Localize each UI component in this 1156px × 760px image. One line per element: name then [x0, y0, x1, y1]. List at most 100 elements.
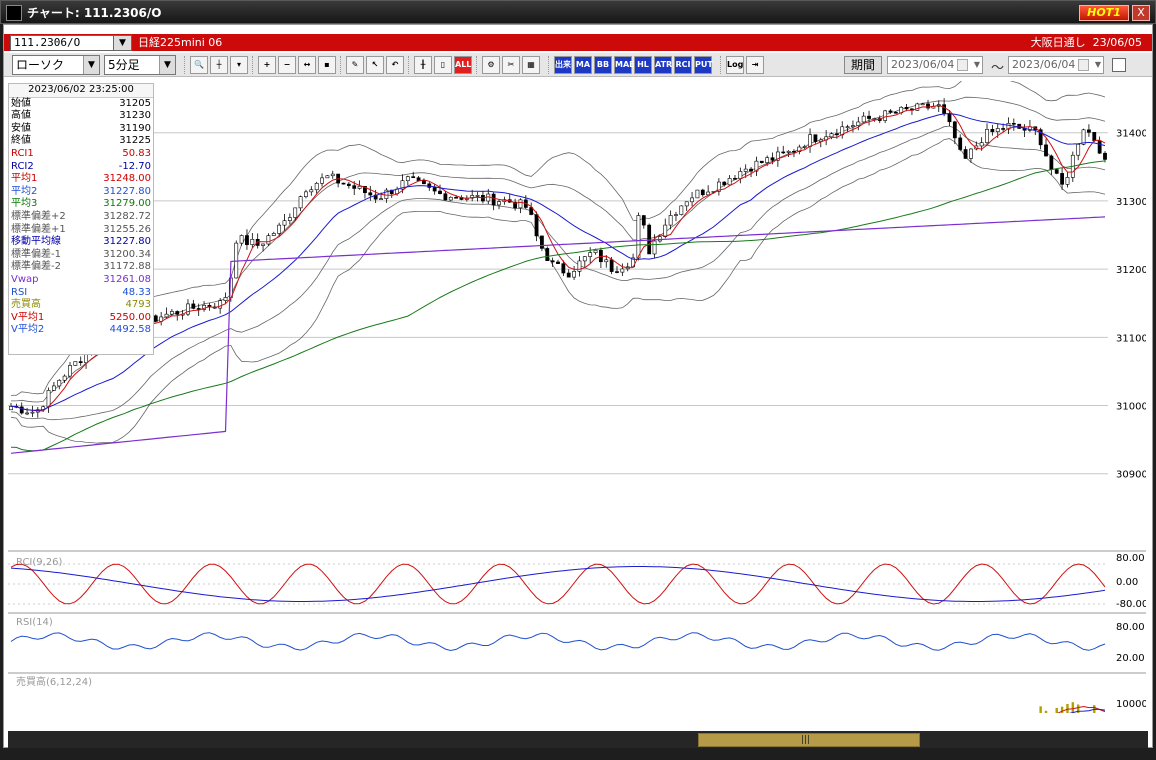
- chart-window: 111.2306/O ▼ 日経225mini 06 大阪日通し 23/06/05…: [3, 24, 1153, 749]
- app-chart-icon: [6, 5, 22, 21]
- price-tick-label: 31200: [1116, 265, 1146, 276]
- chart-type-select[interactable]: ローソク ▼: [12, 55, 100, 75]
- symbol-dropdown-arrow-icon[interactable]: ▼: [113, 35, 132, 51]
- info-value: 31227.80: [103, 236, 151, 248]
- info-datetime: 2023/06/02 23:25:00: [9, 84, 153, 98]
- vol-button[interactable]: 出来: [554, 56, 572, 74]
- all-button[interactable]: ALL: [454, 56, 472, 74]
- interval-select[interactable]: 5分足 ▼: [104, 55, 176, 75]
- ma-button[interactable]: MA: [574, 56, 592, 74]
- candle-button[interactable]: ▯: [434, 56, 452, 74]
- cursor-button[interactable]: ↖: [366, 56, 384, 74]
- lock-button[interactable]: ▪: [318, 56, 336, 74]
- candle-body: [320, 177, 324, 184]
- candle-body: [861, 115, 866, 123]
- candle-body: [314, 182, 319, 191]
- scrollbar-thumb[interactable]: |||: [698, 733, 920, 747]
- info-label: 売買高: [11, 299, 41, 311]
- candle-body: [593, 249, 598, 253]
- info-label: 移動平均線: [11, 236, 61, 248]
- calendar-icon[interactable]: [1078, 59, 1089, 71]
- candle-body: [695, 189, 700, 199]
- info-label: Vwap: [11, 273, 39, 285]
- info-label: RCI2: [11, 160, 34, 172]
- fit-button[interactable]: ↔: [298, 56, 316, 74]
- candle-body: [684, 201, 689, 207]
- log-button[interactable]: Log: [726, 56, 744, 74]
- calendar-icon[interactable]: [957, 59, 968, 71]
- time-scrollbar[interactable]: |||: [8, 731, 1148, 749]
- info-label: 標準偏差+1: [11, 223, 66, 235]
- candle-body: [700, 189, 705, 196]
- candle-body: [615, 271, 619, 273]
- candle-body: [379, 198, 383, 200]
- zoom-out-button[interactable]: −: [278, 56, 296, 74]
- atr-button[interactable]: ATR: [654, 56, 672, 74]
- exchange-date: 大阪日通し 23/06/05: [1031, 35, 1142, 51]
- info-value: 31248.00: [103, 173, 151, 185]
- volume-bar: [1044, 710, 1048, 713]
- candle-body: [588, 252, 593, 257]
- pen-button[interactable]: ✎: [346, 56, 364, 74]
- ohlc-button[interactable]: ╫: [414, 56, 432, 74]
- undo-button[interactable]: ↶: [386, 56, 404, 74]
- price-tick-label: 31100: [1116, 333, 1146, 344]
- info-label: 終値: [11, 135, 31, 147]
- exchange-name: 大阪日通し: [1030, 36, 1086, 49]
- mae-button[interactable]: MAE: [614, 56, 635, 74]
- color-button[interactable]: ▦: [522, 56, 540, 74]
- candle-body: [995, 128, 1000, 133]
- candle-body: [475, 195, 480, 197]
- candle-body: [883, 110, 888, 121]
- date-to-input[interactable]: 2023/06/04 ▼: [1008, 56, 1104, 74]
- info-row: 始値 31205: [9, 98, 153, 111]
- rsi-tick-label: 80.00: [1116, 622, 1145, 633]
- band-upper-1: [11, 96, 1106, 403]
- date-from-input[interactable]: 2023/06/04 ▼: [887, 56, 983, 74]
- hl-button[interactable]: HL: [634, 56, 652, 74]
- zoom-button[interactable]: 🔍: [190, 56, 208, 74]
- crosshair-button[interactable]: ┼: [210, 56, 228, 74]
- chart-area[interactable]: 31400 31300 31200 31100 31000 30900 RCI(9,26) 8…: [8, 81, 1146, 713]
- candle-body: [872, 118, 877, 120]
- zoom-in-button[interactable]: +: [258, 56, 276, 74]
- rsi-panel-title: RSI(14): [16, 617, 53, 628]
- toolbar-separator: [184, 56, 186, 74]
- candle-body: [738, 171, 743, 179]
- candle-body: [422, 180, 426, 185]
- candle-body: [963, 149, 968, 159]
- chart-svg[interactable]: 31400 31300 31200 31100 31000 30900 RCI(9,26) 8…: [8, 81, 1146, 713]
- chart-type-value: ローソク: [16, 58, 65, 72]
- info-row: 移動平均線 31227.80: [9, 236, 153, 249]
- candle-body: [330, 173, 335, 177]
- candle-body: [781, 151, 786, 154]
- candle-body: [952, 121, 957, 139]
- close-button[interactable]: X: [1132, 5, 1150, 21]
- put-button[interactable]: PUT: [694, 56, 713, 74]
- candle-body: [572, 271, 576, 278]
- info-label: V平均1: [11, 311, 45, 323]
- draw-button[interactable]: ▾: [230, 56, 248, 74]
- candle-body: [1054, 169, 1059, 174]
- rsi-line: [10, 632, 1106, 652]
- candle-body: [223, 297, 228, 301]
- window-titlebar: チャート: 111.2306/O HOT1 X: [0, 0, 1156, 24]
- date-checkbox[interactable]: [1112, 58, 1126, 72]
- candle-body: [867, 115, 871, 119]
- volume-bar: [1039, 706, 1042, 713]
- bb-button[interactable]: BB: [594, 56, 612, 74]
- info-label: 平均3: [11, 198, 38, 210]
- candle-body: [947, 113, 952, 123]
- candle-body: [1081, 129, 1086, 145]
- candle-body: [25, 412, 29, 415]
- rci-button[interactable]: RCI: [674, 56, 692, 74]
- band-lower-2: [10, 138, 1106, 444]
- export-button[interactable]: ⇥: [746, 56, 764, 74]
- chevron-down-icon: ▼: [83, 56, 99, 74]
- tools-button[interactable]: ✂: [502, 56, 520, 74]
- settings-button[interactable]: ⚙: [482, 56, 500, 74]
- period-button[interactable]: 期間: [844, 56, 882, 74]
- candle-body: [293, 207, 298, 218]
- info-row: 平均1 31248.00: [9, 173, 153, 186]
- hot-button[interactable]: HOT1: [1079, 5, 1129, 21]
